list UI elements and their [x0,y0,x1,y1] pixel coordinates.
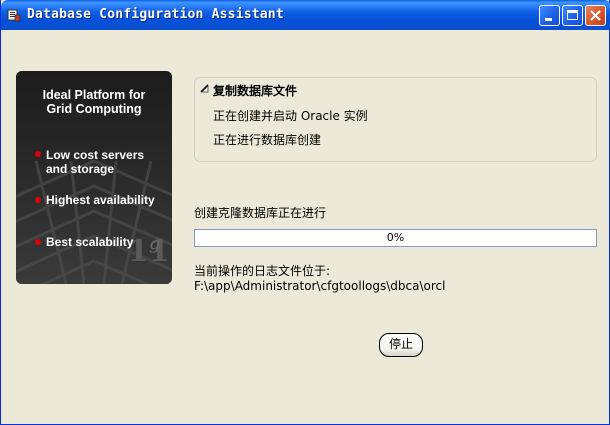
step-copy-files: 复制数据库文件 [213,84,298,98]
stop-button[interactable]: 停止 [379,333,423,357]
window-title: Database Configuration Assistant [27,7,284,22]
close-icon [590,10,601,21]
progress-bar: 0% [194,229,597,247]
current-step-arrow-icon [200,84,209,93]
dbca-window: Database Configuration Assistant 11 g Id… [0,0,610,425]
close-button[interactable] [585,5,606,26]
panel-heading: Ideal Platform for Grid Computing [16,88,172,116]
feature-low-cost-line2: and storage [46,162,115,176]
feature-availability: Highest availability [46,193,155,207]
log-path: F:\app\Administrator\cfgtoollogs\dbca\or… [194,279,446,293]
minimize-icon [545,18,552,21]
feature-scalability: Best scalability [46,235,134,249]
progress-label: 创建克隆数据库正在进行 [194,206,327,220]
oracle-promo-panel: 11 g Ideal Platform for Grid Computing L… [16,71,172,284]
progress-percent: 0% [386,231,405,244]
svg-text:g: g [149,233,161,254]
title-bar[interactable]: Database Configuration Assistant [1,0,610,30]
bullet-icon [35,197,41,203]
panel-heading-line2: Grid Computing [46,102,142,116]
step-create-database: 正在进行数据库创建 [213,133,322,147]
panel-heading-line1: Ideal Platform for [42,88,146,102]
feature-low-cost: Low cost servers and storage [46,148,144,176]
bullet-icon [35,151,41,157]
log-label: 当前操作的日志文件位于: [194,264,331,278]
feature-low-cost-line1: Low cost servers [46,148,145,162]
bullet-icon [35,239,41,245]
database-app-icon [7,9,21,22]
maximize-icon [567,10,578,20]
step-create-instance: 正在创建并启动 Oracle 实例 [213,109,368,123]
maximize-button[interactable] [562,5,583,26]
minimize-button[interactable] [539,5,560,26]
